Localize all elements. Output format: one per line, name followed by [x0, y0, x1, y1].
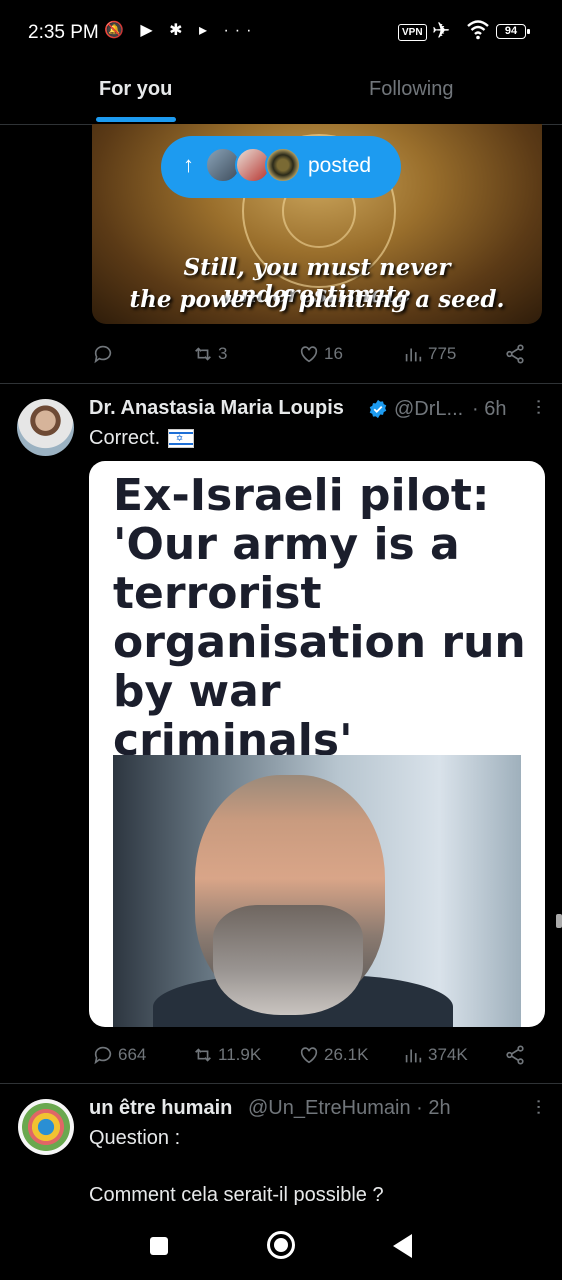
wifi-icon	[467, 20, 489, 40]
share-button[interactable]	[504, 1044, 526, 1066]
heart-icon	[300, 1047, 318, 1064]
post-divider	[0, 1083, 562, 1084]
like-button[interactable]: 16	[298, 343, 343, 365]
author-handle[interactable]: @DrL...	[394, 398, 463, 421]
like-count: 16	[324, 344, 343, 363]
reply-icon	[94, 1046, 112, 1065]
status-bar: 2:35 PM 🔕 ▶ ✱ ▸ ··· VPN ✈ 94	[0, 0, 562, 64]
reply-button[interactable]	[92, 343, 118, 365]
post-text: Question :	[89, 1127, 181, 1149]
image-quote-line: the power of planting a seed.	[129, 286, 505, 313]
post-text: Correct. ✡	[89, 427, 194, 450]
new-posts-pill[interactable]: ↑ posted	[161, 136, 401, 198]
post-text: Comment cela serait-il possible ?	[89, 1184, 384, 1206]
back-button[interactable]	[393, 1234, 412, 1258]
verified-badge-icon	[369, 399, 387, 419]
views-icon	[405, 348, 422, 362]
author-name[interactable]: Dr. Anastasia Maria Loupis	[89, 397, 344, 420]
views-icon	[405, 1049, 422, 1063]
like-button[interactable]: 26.1K	[298, 1044, 368, 1066]
repost-count: 3	[218, 344, 228, 363]
views-button[interactable]: 374K	[402, 1044, 468, 1066]
more-options-icon[interactable]: ···	[527, 1098, 550, 1115]
repost-button[interactable]: 3	[192, 343, 227, 365]
arrow-up-icon: ↑	[183, 152, 194, 177]
home-button[interactable]	[267, 1231, 295, 1259]
timeline-tabs: For you Following	[0, 64, 562, 125]
tab-for-you[interactable]: For you	[99, 78, 172, 101]
heart-icon	[300, 346, 318, 363]
avatar[interactable]	[18, 1099, 74, 1155]
posted-label: posted	[308, 154, 372, 177]
reply-icon	[94, 345, 112, 364]
media-photo	[113, 755, 521, 1027]
scrollbar[interactable]	[556, 914, 562, 928]
notification-icons: 🔕 ▶ ✱ ▸ ···	[104, 22, 258, 39]
like-count: 26.1K	[324, 1045, 369, 1064]
share-icon	[506, 344, 524, 364]
tab-following[interactable]: Following	[369, 78, 453, 101]
reply-count: 664	[118, 1045, 147, 1064]
repost-count: 11.9K	[218, 1045, 262, 1064]
repost-button[interactable]: 11.9K	[192, 1044, 261, 1066]
share-button[interactable]	[504, 343, 526, 365]
status-time: 2:35 PM	[28, 22, 99, 43]
active-tab-indicator	[96, 117, 176, 122]
israel-flag-icon: ✡	[167, 429, 194, 449]
reply-button[interactable]: 664	[92, 1044, 146, 1066]
post-timestamp[interactable]: · 6h	[472, 398, 506, 421]
views-button[interactable]: 775	[402, 343, 456, 365]
airplane-mode-icon: ✈	[432, 18, 451, 43]
views-count: 775	[428, 344, 457, 363]
repost-icon	[195, 1048, 211, 1062]
recent-apps-button[interactable]	[150, 1237, 168, 1255]
vpn-icon: VPN	[398, 24, 427, 41]
post-text-content: Correct.	[89, 427, 161, 449]
author-name[interactable]: un être humain	[89, 1097, 232, 1120]
post-divider	[0, 383, 562, 384]
author-handle[interactable]: @Un_EtreHumain · 2h	[248, 1097, 451, 1120]
photo-beard	[213, 905, 363, 1015]
avatar	[265, 147, 301, 183]
views-count: 374K	[428, 1045, 468, 1064]
media-headline: Ex-Israeli pilot: 'Our army is a terrori…	[113, 470, 526, 766]
share-icon	[506, 1045, 524, 1065]
repost-icon	[195, 347, 211, 361]
avatar[interactable]	[17, 399, 74, 456]
more-options-icon[interactable]: ···	[527, 398, 550, 415]
battery-indicator: 94	[496, 24, 530, 39]
post-media-image[interactable]: Ex-Israeli pilot: 'Our army is a terrori…	[89, 461, 545, 1027]
